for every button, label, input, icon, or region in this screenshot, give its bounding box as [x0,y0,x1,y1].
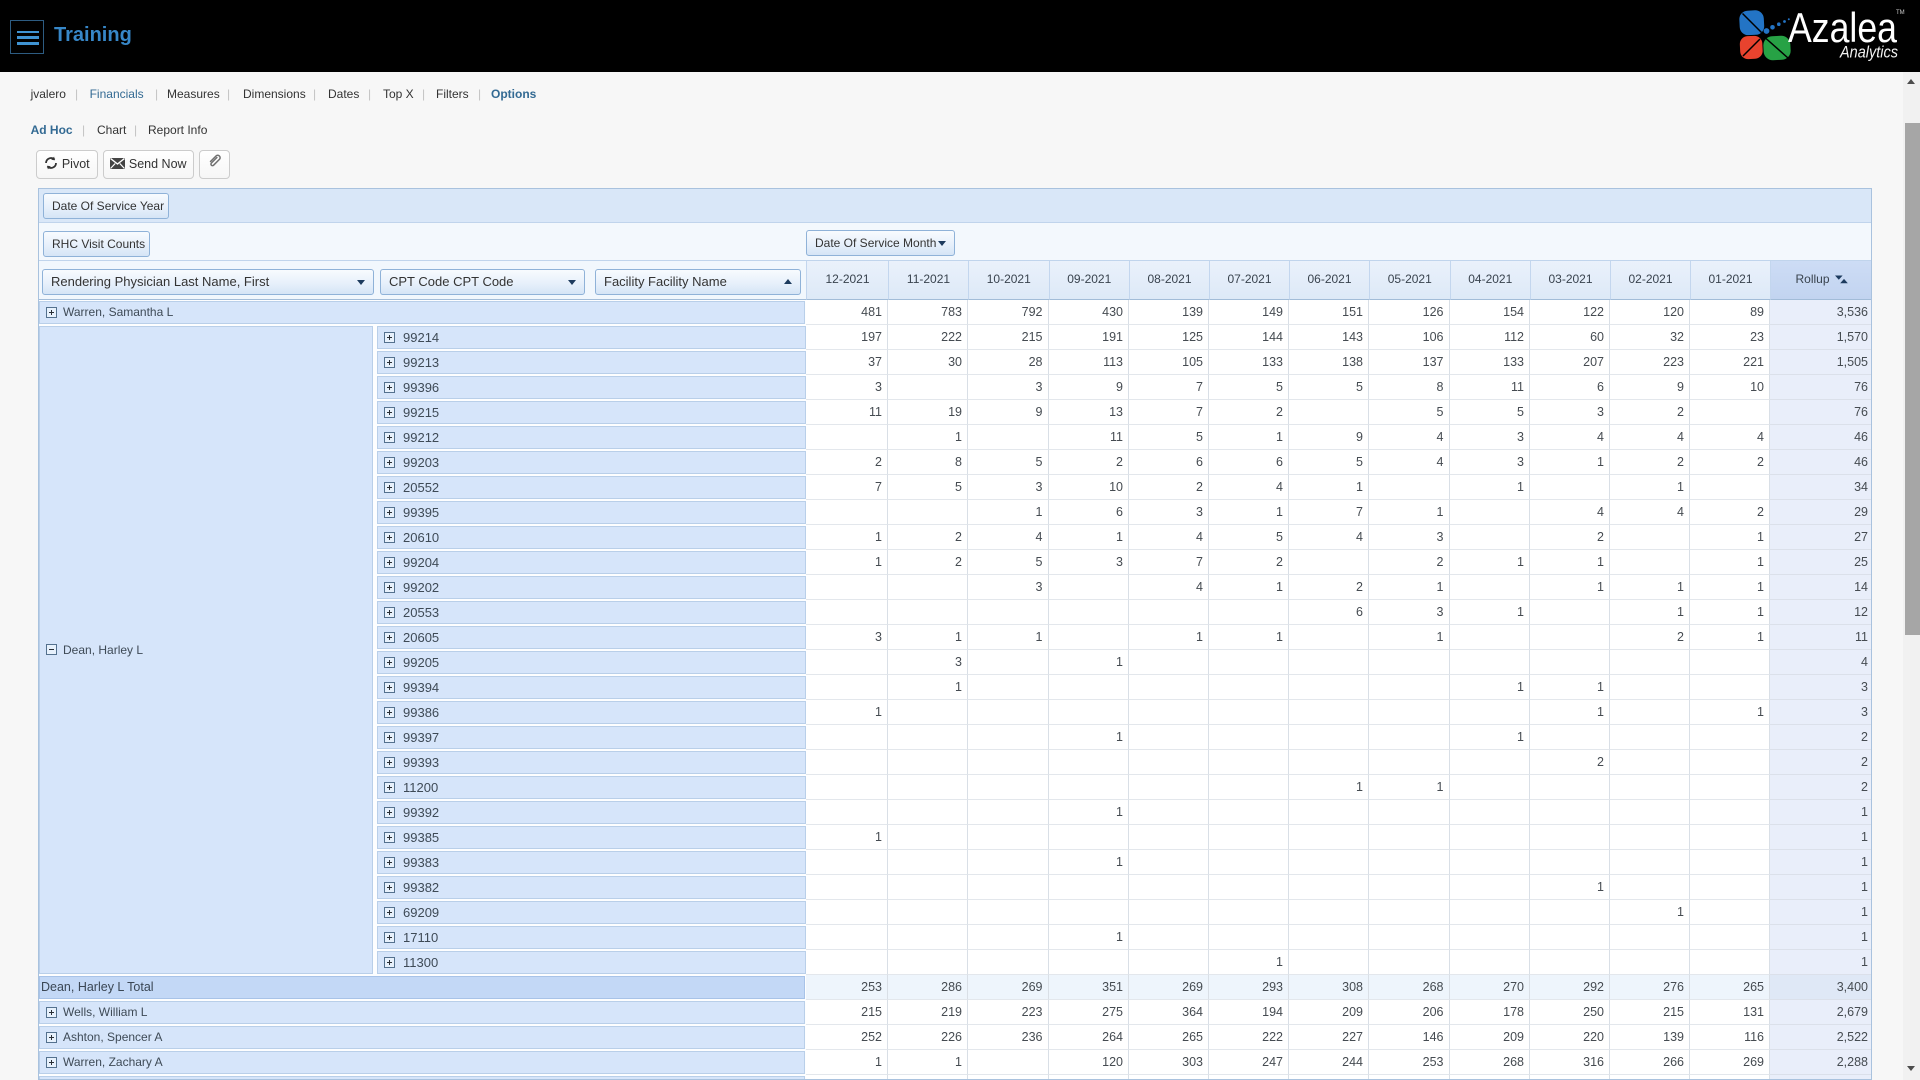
svg-text:Analytics: Analytics [1839,44,1898,62]
svg-text:TM: TM [1896,10,1905,16]
